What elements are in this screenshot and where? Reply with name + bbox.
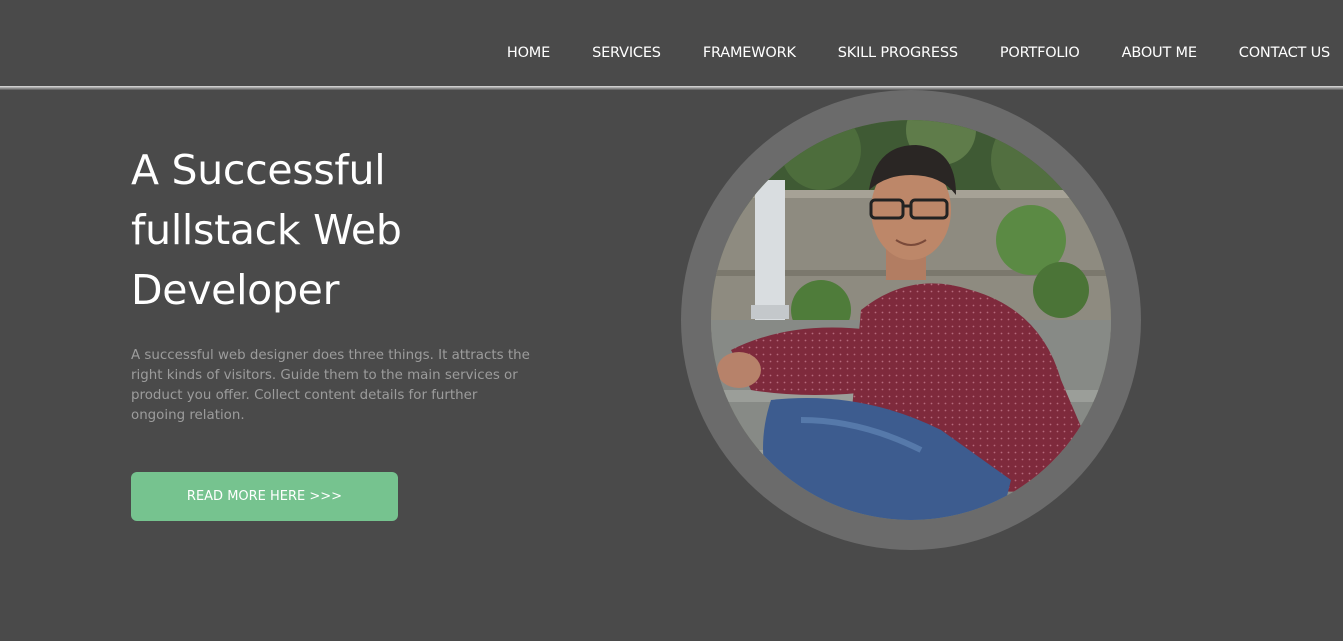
read-more-button[interactable]: READ MORE HERE >>>: [131, 472, 398, 521]
hero-title-line: A Successful: [131, 146, 386, 194]
nav-menu: HOME SERVICES FRAMEWORK SKILL PROGRESS P…: [465, 43, 1330, 63]
nav-item-about-me[interactable]: ABOUT ME: [1080, 43, 1197, 63]
hero-title-line: fullstack Web: [131, 206, 402, 254]
nav-item-services[interactable]: SERVICES: [550, 43, 661, 63]
nav-item-home[interactable]: HOME: [465, 43, 550, 63]
profile-photo-illustration: [711, 120, 1111, 520]
hero-title-line: Developer: [131, 266, 340, 314]
nav-item-framework[interactable]: FRAMEWORK: [661, 43, 796, 63]
nav-item-portfolio[interactable]: PORTFOLIO: [958, 43, 1080, 63]
hero-description: A successful web designer does three thi…: [131, 348, 530, 423]
profile-photo: [711, 120, 1111, 520]
navbar-divider: [0, 86, 1343, 90]
nav-item-skill-progress[interactable]: SKILL PROGRESS: [796, 43, 958, 63]
hero-title: A Successful fullstack Web Developer: [131, 140, 571, 320]
page: HOME SERVICES FRAMEWORK SKILL PROGRESS P…: [0, 0, 1343, 641]
profile-photo-frame: [681, 90, 1141, 550]
nav-item-contact-us[interactable]: CONTACT US: [1197, 43, 1330, 63]
top-navbar: HOME SERVICES FRAMEWORK SKILL PROGRESS P…: [0, 0, 1343, 86]
